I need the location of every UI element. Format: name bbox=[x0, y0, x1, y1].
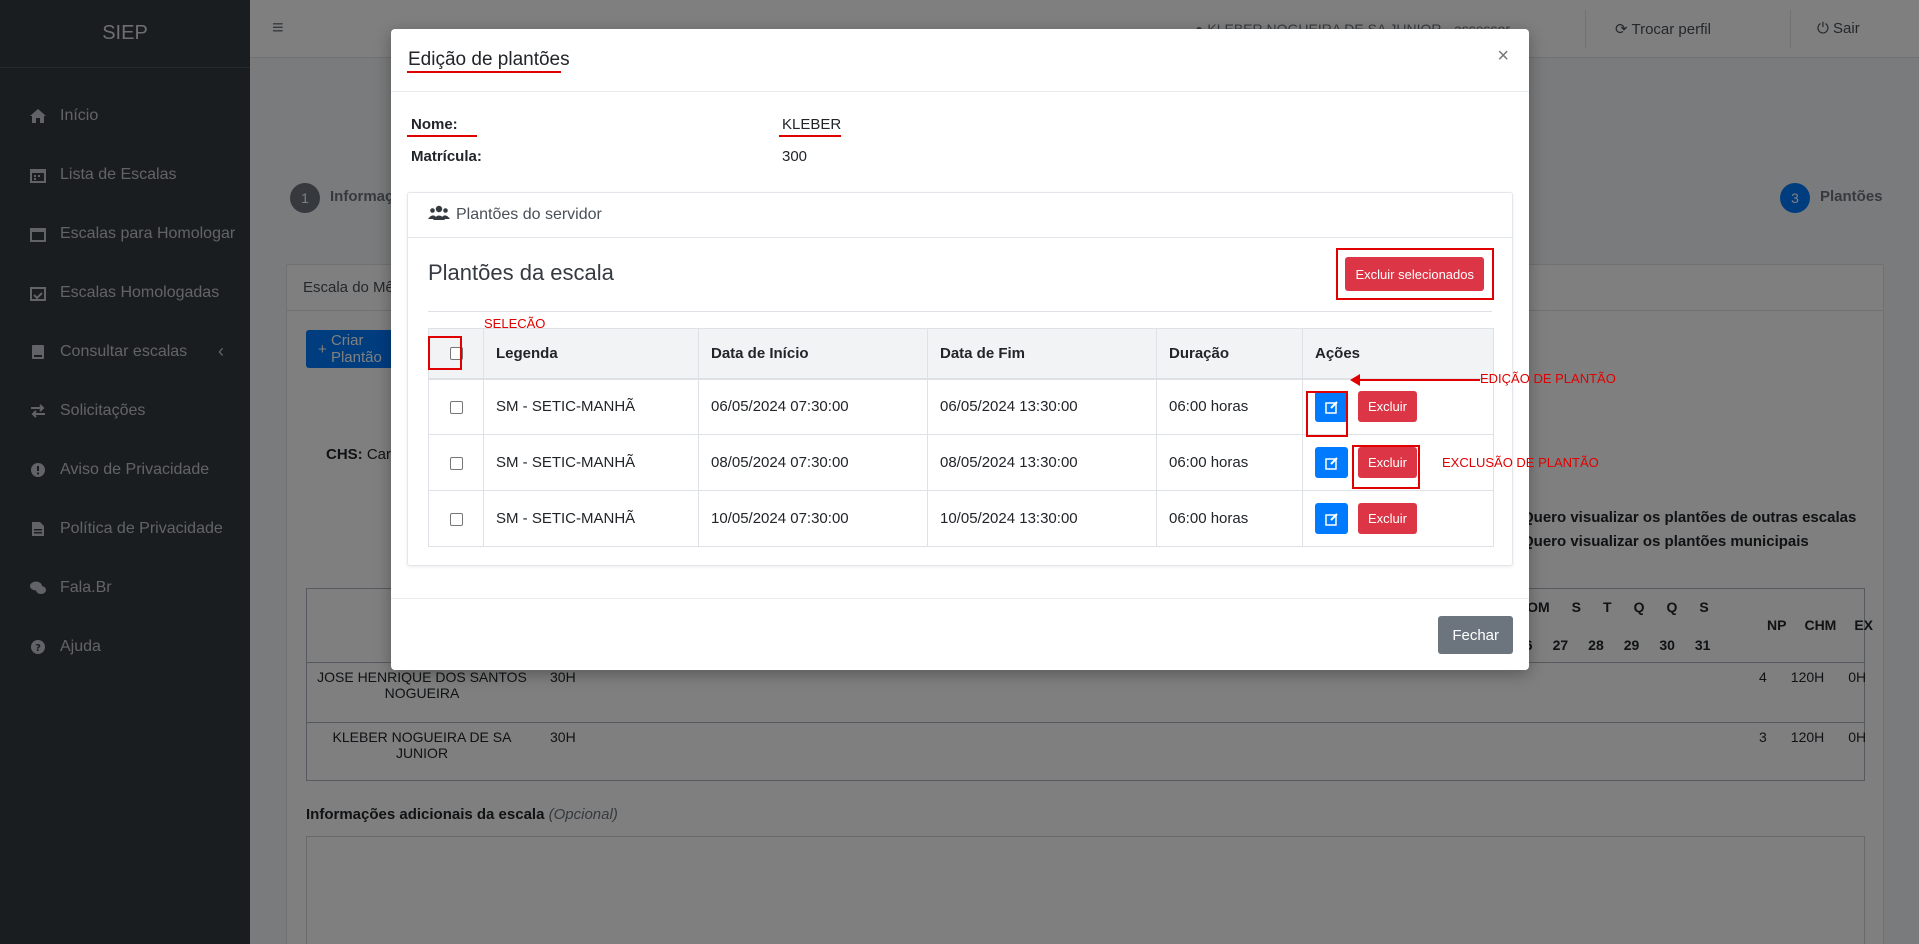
name-label: Nome: bbox=[411, 116, 458, 133]
duration-cell: 06:00 horas bbox=[1156, 378, 1303, 435]
servant-shifts-card: Plantões do servidor Plantões da escala … bbox=[407, 192, 1616, 566]
column-header: Ações bbox=[1302, 328, 1494, 380]
annotation-box bbox=[1336, 248, 1494, 300]
servant-shifts-card-header: Plantões do servidor bbox=[408, 193, 1512, 238]
name-value: KLEBER bbox=[782, 116, 842, 133]
annotation-delete: EXCLUSÃO DE PLANTÃO bbox=[1442, 455, 1599, 470]
row-checkbox[interactable] bbox=[449, 512, 463, 526]
start-date-cell: 06/05/2024 07:30:00 bbox=[698, 378, 928, 435]
legend-cell: SM - SETIC-MANHÃ bbox=[483, 378, 699, 435]
start-date-cell: 08/05/2024 07:30:00 bbox=[698, 434, 928, 491]
duration-cell: 06:00 horas bbox=[1156, 434, 1303, 491]
section-title: Plantões da escala bbox=[428, 260, 614, 285]
table-header-row: Legenda Data de Início Data de Fim Duraç… bbox=[428, 328, 1494, 380]
legend-cell: SM - SETIC-MANHÃ bbox=[483, 490, 699, 547]
legend-cell: SM - SETIC-MANHÃ bbox=[483, 434, 699, 491]
annotation-arrow-line bbox=[1358, 379, 1480, 381]
row-select-cell bbox=[428, 378, 484, 435]
edit-icon bbox=[1324, 512, 1338, 526]
table-row: SM - SETIC-MANHÃ 08/05/2024 07:30:00 08/… bbox=[428, 434, 1494, 491]
end-date-cell: 10/05/2024 13:30:00 bbox=[927, 490, 1157, 547]
annotation-box bbox=[1306, 391, 1348, 437]
column-header: Duração bbox=[1156, 328, 1303, 380]
annotation-box bbox=[428, 336, 462, 370]
annotation-underline bbox=[407, 71, 561, 73]
divider bbox=[428, 311, 1492, 312]
close-icon[interactable]: × bbox=[1497, 45, 1509, 68]
actions-cell: Excluir bbox=[1302, 490, 1494, 547]
edit-shifts-modal: Edição de plantões × Nome: KLEBER Matríc… bbox=[391, 29, 1616, 670]
row-checkbox[interactable] bbox=[449, 456, 463, 470]
registration-value: 300 bbox=[782, 148, 808, 165]
end-date-cell: 06/05/2024 13:30:00 bbox=[927, 378, 1157, 435]
edit-shift-button[interactable] bbox=[1315, 447, 1348, 478]
duration-cell: 06:00 horas bbox=[1156, 490, 1303, 547]
delete-shift-button[interactable]: Excluir bbox=[1358, 503, 1418, 534]
annotation-underline bbox=[779, 135, 841, 137]
row-select-cell bbox=[428, 490, 484, 547]
close-button[interactable]: Fechar bbox=[1438, 616, 1513, 654]
modal-header: Edição de plantões × bbox=[391, 29, 1529, 92]
column-header: Legenda bbox=[483, 328, 699, 380]
delete-shift-button[interactable]: Excluir bbox=[1358, 391, 1418, 423]
edit-shift-button[interactable] bbox=[1315, 503, 1348, 534]
modal-footer: Fechar bbox=[391, 598, 1529, 670]
row-checkbox[interactable] bbox=[449, 400, 463, 414]
annotation-arrow-head bbox=[1350, 374, 1360, 386]
registration-label: Matrícula: bbox=[411, 148, 482, 165]
modal-title: Edição de plantões bbox=[408, 49, 570, 70]
annotation-underline bbox=[407, 135, 477, 137]
annotation-box bbox=[1352, 445, 1420, 489]
annotation-edit: EDIÇÃO DE PLANTÃO bbox=[1480, 371, 1616, 386]
end-date-cell: 08/05/2024 13:30:00 bbox=[927, 434, 1157, 491]
shifts-table: Legenda Data de Início Data de Fim Duraç… bbox=[428, 328, 1494, 547]
start-date-cell: 10/05/2024 07:30:00 bbox=[698, 490, 928, 547]
users-icon bbox=[428, 205, 450, 226]
edit-icon bbox=[1324, 456, 1338, 470]
servant-shifts-card-title: Plantões do servidor bbox=[456, 206, 602, 223]
row-select-cell bbox=[428, 434, 484, 491]
column-header: Data de Início bbox=[698, 328, 928, 380]
column-header: Data de Fim bbox=[927, 328, 1157, 380]
table-row: SM - SETIC-MANHÃ 10/05/2024 07:30:00 10/… bbox=[428, 490, 1494, 547]
